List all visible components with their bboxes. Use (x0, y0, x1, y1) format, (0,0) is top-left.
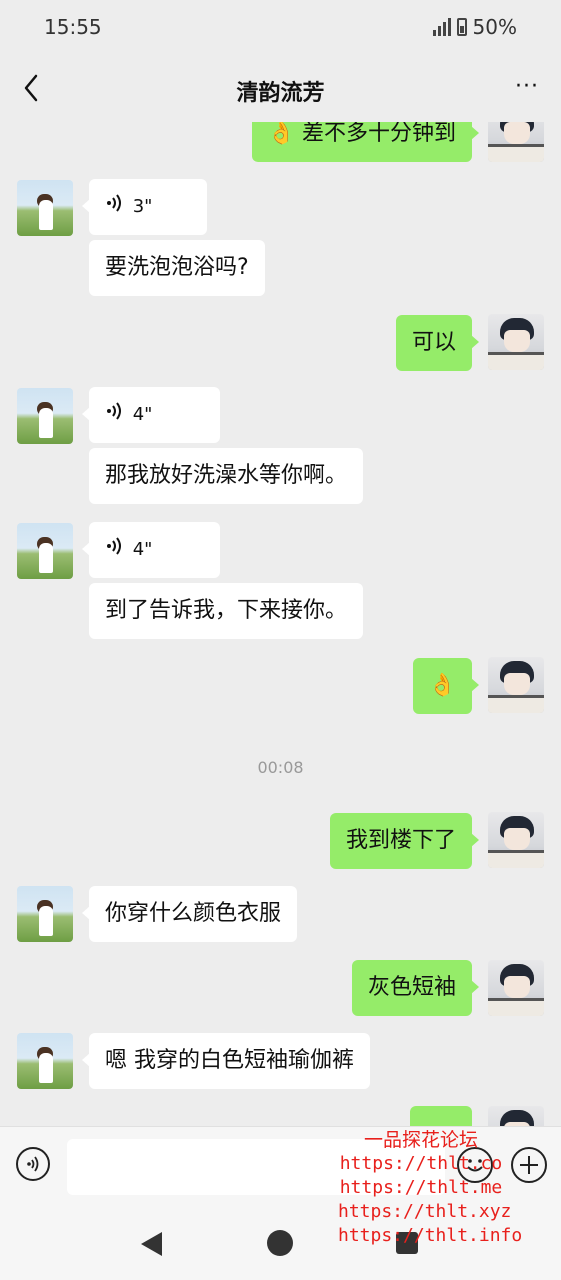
status-icons: 50% (432, 15, 517, 39)
voice-wave-icon (105, 536, 127, 566)
timestamp: 00:08 (257, 758, 304, 777)
voice-message[interactable]: 3" (82, 179, 207, 235)
contact-avatar[interactable] (17, 388, 73, 444)
message-bubble-self[interactable]: 灰色短袖 (351, 960, 480, 1016)
voice-wave-icon (105, 193, 127, 223)
watermark: 一品探花论坛 https://thlt.co https://thlt.me h… (338, 1128, 523, 1248)
self-avatar[interactable] (488, 657, 544, 713)
battery-level: 50% (472, 15, 517, 39)
message-bubble-contact[interactable]: 那我放好洗澡水等你啊。 (89, 448, 364, 504)
message-bubble-self[interactable]: 👌 (412, 658, 480, 714)
message-bubble-contact[interactable]: 到了告诉我，下来接你。 (89, 583, 364, 639)
contact-avatar[interactable] (17, 180, 73, 236)
watermark-url: https://thlt.me (339, 1177, 503, 1198)
contact-avatar[interactable] (17, 523, 73, 579)
watermark-title: 一品探花论坛 (363, 1129, 478, 1151)
message-bubble-self[interactable] (410, 1106, 472, 1126)
more-options-button[interactable]: ··· (515, 76, 539, 98)
self-avatar[interactable] (488, 960, 544, 1016)
plus-button[interactable] (511, 1147, 547, 1183)
message-list[interactable]: 👌 差不多十分钟到 3" 要洗泡泡浴吗? 可以 4" 那我放好洗澡水等你啊。 4… (0, 122, 561, 1126)
voice-message[interactable]: 4" (82, 387, 220, 443)
voice-input-button[interactable] (16, 1147, 50, 1181)
status-time: 15:55 (44, 15, 102, 39)
message-bubble-contact[interactable]: 嗯 我穿的白色短袖瑜伽裤 (82, 1033, 370, 1089)
watermark-url: https://thlt.xyz (338, 1201, 512, 1222)
message-bubble-self[interactable]: 👌 差不多十分钟到 (251, 122, 480, 162)
nav-home-icon[interactable] (266, 1229, 294, 1257)
voice-icon (27, 1156, 39, 1172)
self-avatar[interactable] (488, 812, 544, 868)
voice-wave-icon (105, 401, 127, 431)
plus-icon (520, 1156, 538, 1174)
contact-avatar[interactable] (17, 1033, 73, 1089)
chat-title: 清韵流芳 (236, 81, 325, 106)
message-bubble-self[interactable]: 可以 (395, 315, 480, 371)
ok-hand-emoji: 👌 (428, 673, 456, 698)
voice-message[interactable]: 4" (82, 522, 220, 578)
status-bar: 15:55 50% (0, 0, 561, 56)
message-bubble-contact[interactable]: 要洗泡泡浴吗? (89, 240, 265, 296)
self-avatar[interactable] (488, 1106, 544, 1126)
watermark-url: https://thlt.co (339, 1153, 503, 1174)
message-bubble-contact[interactable]: 你穿什么颜色衣服 (81, 886, 298, 942)
contact-avatar[interactable] (17, 886, 73, 942)
watermark-url: https://thlt.info (338, 1225, 523, 1246)
signal-icon (432, 18, 451, 36)
chat-header: 清韵流芳 ··· (0, 56, 561, 122)
battery-icon (456, 18, 467, 36)
message-bubble-self[interactable]: 我到楼下了 (329, 813, 480, 869)
nav-back-icon[interactable] (138, 1230, 164, 1258)
self-avatar[interactable] (488, 314, 544, 370)
self-avatar[interactable] (488, 122, 544, 162)
